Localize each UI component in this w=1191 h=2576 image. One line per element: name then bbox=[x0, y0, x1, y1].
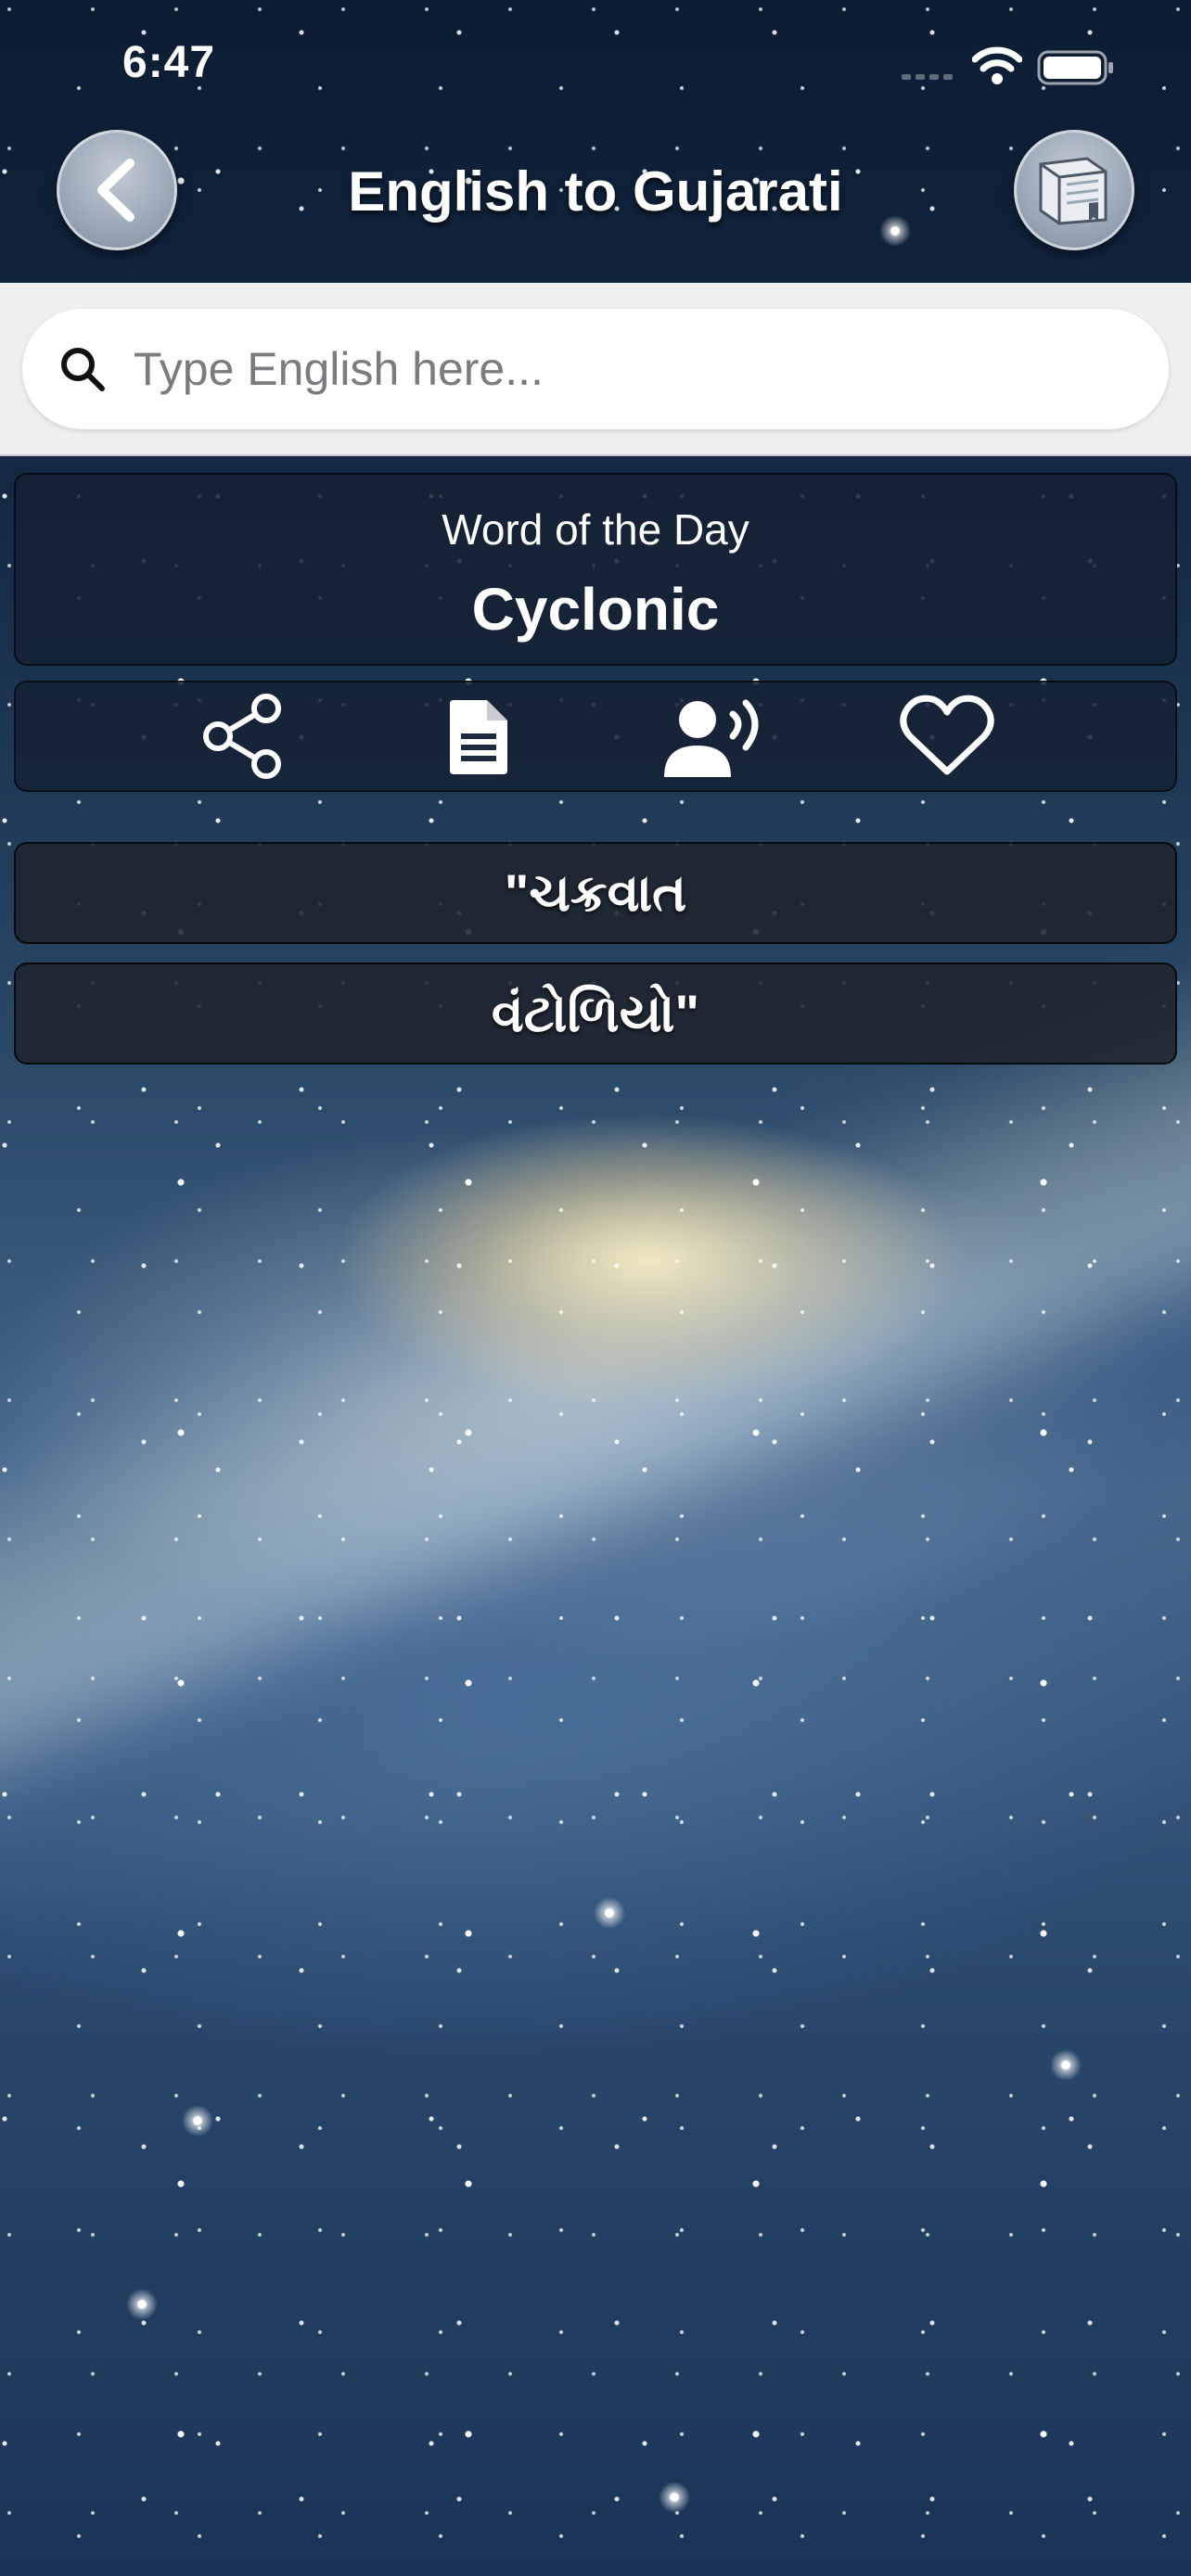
word-of-the-day-label: Word of the Day bbox=[442, 505, 749, 554]
favorite-button[interactable] bbox=[887, 685, 1007, 787]
star-decoration bbox=[594, 1897, 625, 1929]
cellular-signal-icon bbox=[902, 74, 953, 80]
dictionary-book-button[interactable] bbox=[1014, 130, 1134, 250]
translation-item[interactable]: વંટોળિયો" bbox=[14, 963, 1177, 1065]
status-time: 6:47 bbox=[122, 38, 216, 87]
status-bar: 6:47 bbox=[0, 0, 1191, 130]
search-field[interactable] bbox=[22, 309, 1169, 429]
pronounce-button[interactable] bbox=[652, 685, 773, 787]
wifi-icon bbox=[972, 46, 1022, 84]
word-of-the-day-word: Cyclonic bbox=[471, 576, 720, 643]
search-input[interactable] bbox=[132, 341, 1063, 397]
battery-icon bbox=[1037, 50, 1113, 85]
star-decoration bbox=[659, 2481, 690, 2513]
heart-icon bbox=[900, 695, 994, 775]
app-screen: 6:47 English to Gujarati Type English he… bbox=[0, 0, 1191, 2576]
translation-text: વંટોળિયો" bbox=[491, 983, 700, 1042]
book-icon bbox=[1039, 157, 1108, 225]
search-icon bbox=[58, 344, 108, 394]
search-bar bbox=[0, 283, 1191, 456]
action-bar bbox=[14, 681, 1177, 792]
speak-icon bbox=[664, 699, 759, 777]
galaxy-background bbox=[0, 910, 1191, 1983]
translation-text: "ચક્રવાત bbox=[504, 862, 687, 922]
word-of-the-day-card[interactable]: Word of the Day Cyclonic bbox=[14, 473, 1177, 666]
star-decoration bbox=[1050, 2049, 1082, 2081]
details-button[interactable] bbox=[418, 685, 539, 787]
share-icon bbox=[203, 694, 282, 779]
translation-item[interactable]: "ચક્રવાત bbox=[14, 842, 1177, 944]
share-button[interactable] bbox=[184, 685, 304, 787]
document-icon bbox=[449, 700, 507, 774]
star-decoration bbox=[126, 2289, 158, 2320]
star-decoration bbox=[182, 2105, 213, 2136]
page-title: English to Gujarati bbox=[348, 160, 843, 223]
header: English to Gujarati bbox=[0, 130, 1191, 283]
